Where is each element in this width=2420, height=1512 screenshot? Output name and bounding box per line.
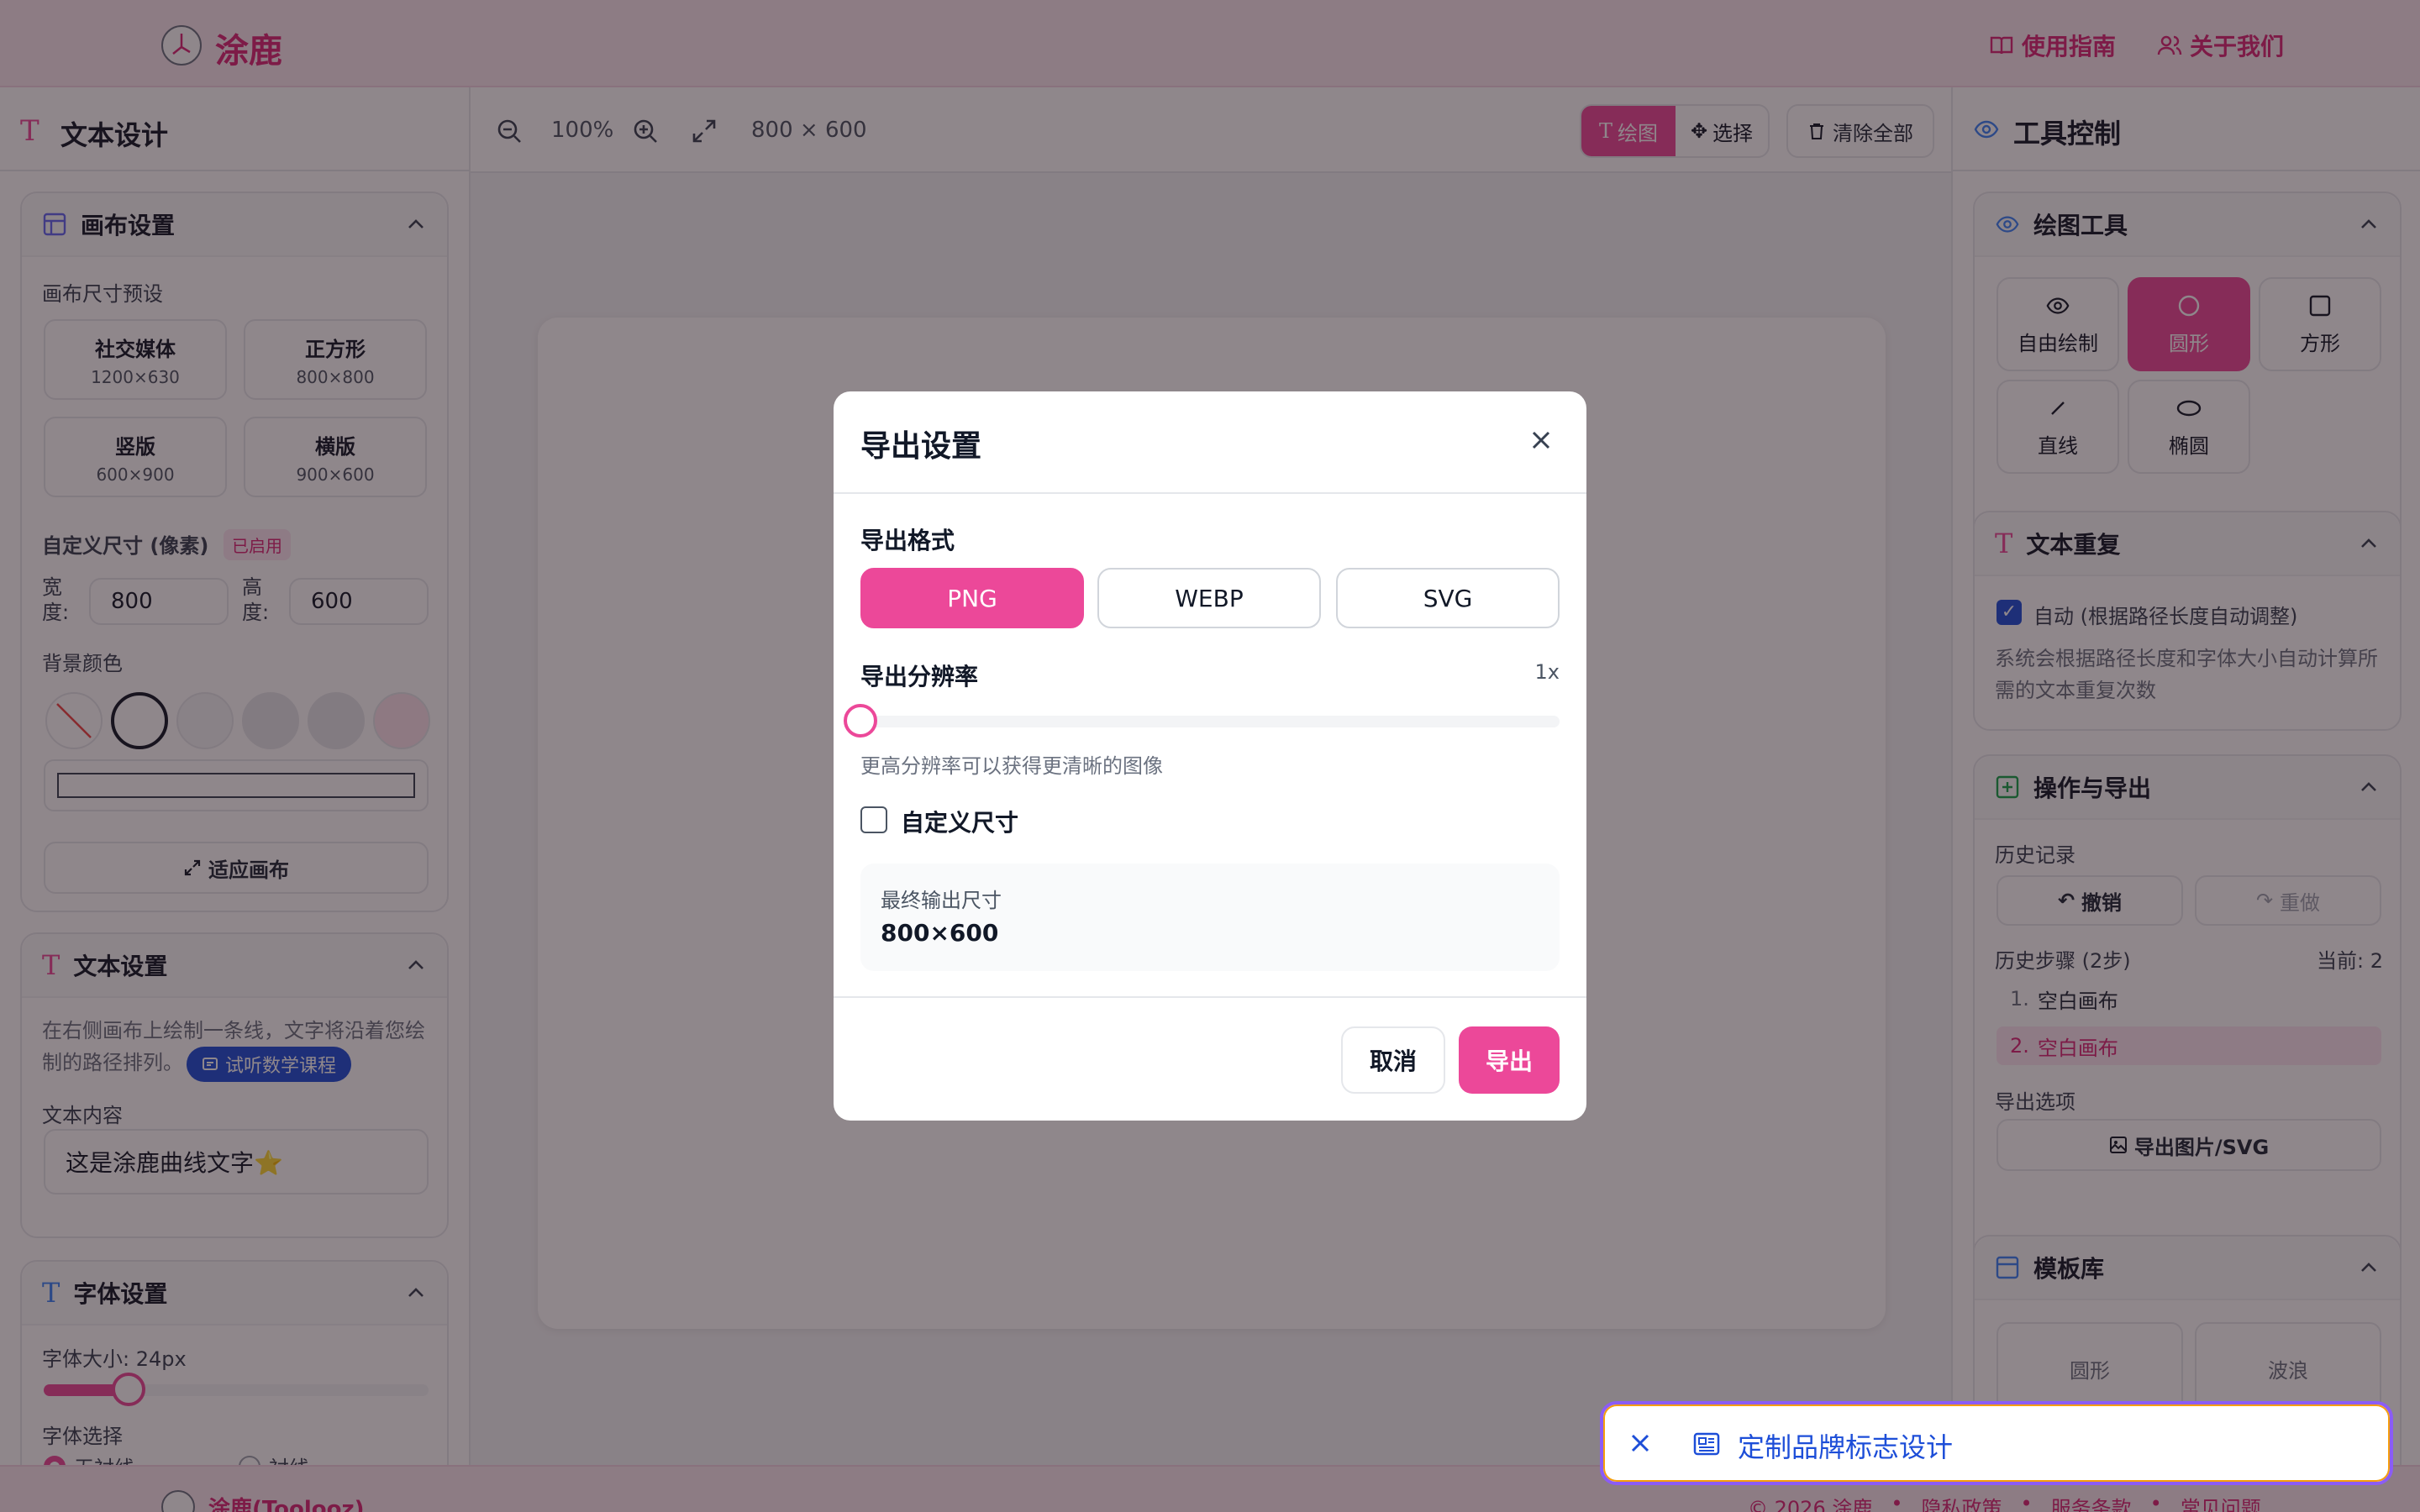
close-icon[interactable]: [1627, 1430, 1654, 1457]
close-icon[interactable]: [1526, 425, 1556, 455]
resolution-hint: 更高分辨率可以获得更清晰的图像: [860, 754, 1163, 778]
final-size-box: 最终输出尺寸 800×600: [860, 864, 1560, 971]
promo-toast[interactable]: 定制品牌标志设计: [1600, 1401, 2393, 1485]
dialog-footer-divider: [834, 996, 1586, 998]
format-png-button[interactable]: PNG: [860, 568, 1084, 628]
format-webp-button[interactable]: WEBP: [1097, 568, 1321, 628]
resolution-slider[interactable]: [844, 704, 1560, 738]
resolution-slider-thumb[interactable]: [844, 704, 877, 738]
toast-label: 定制品牌标志设计: [1738, 1431, 1954, 1463]
final-size-value: 800×600: [881, 919, 999, 947]
format-svg-button[interactable]: SVG: [1336, 568, 1560, 628]
cancel-button[interactable]: 取消: [1341, 1026, 1445, 1094]
resolution-label: 导出分辨率: [860, 663, 979, 690]
newspaper-icon: [1693, 1432, 1720, 1456]
format-label: 导出格式: [860, 527, 955, 554]
final-size-label: 最终输出尺寸: [881, 889, 1002, 912]
dialog-title: 导出设置: [860, 429, 982, 464]
dialog-divider: [834, 492, 1586, 494]
custom-size-checkbox[interactable]: [860, 806, 887, 833]
custom-size-label: 自定义尺寸: [901, 809, 1019, 837]
export-button[interactable]: 导出: [1459, 1026, 1560, 1094]
resolution-value: 1x: [1534, 660, 1560, 684]
